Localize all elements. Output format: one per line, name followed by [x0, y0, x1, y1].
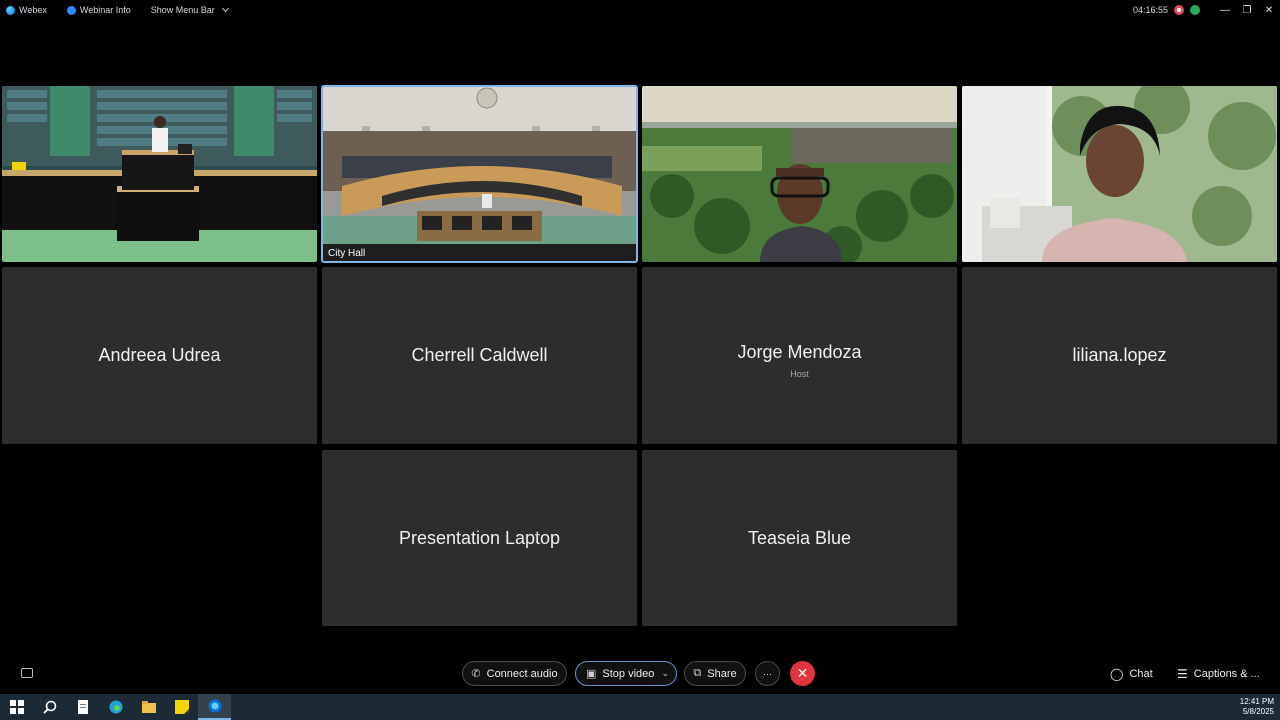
taskbar-file-explorer-app[interactable]	[132, 694, 165, 720]
system-clock[interactable]: 12:41 PM 5/8/2025	[1240, 694, 1274, 720]
video-camera-icon: ▣	[586, 668, 597, 680]
webinar-info-button[interactable]: Webinar Info	[61, 0, 137, 20]
meeting-timer: 04:16:55	[1132, 5, 1168, 15]
show-menu-bar-label: Show Menu Bar	[150, 5, 215, 15]
video-tile-podium[interactable]	[2, 86, 317, 262]
video-tile-city-hall[interactable]: City Hall	[321, 85, 638, 263]
participant-name: Andreea Udrea	[98, 345, 221, 365]
info-icon	[66, 5, 76, 15]
participant-tile[interactable]: liliana.lopez	[962, 267, 1277, 444]
podium-video-feed	[2, 86, 317, 262]
aerial-video-feed	[642, 86, 957, 262]
restore-button[interactable]: ❐	[1236, 0, 1258, 20]
room-video-feed	[962, 86, 1277, 262]
taskbar-sticky-notes-app[interactable]	[165, 694, 198, 720]
chevron-down-icon	[221, 4, 229, 13]
participant-name: Jorge Mendoza	[737, 342, 862, 362]
layout-icon[interactable]	[21, 668, 33, 678]
video-tile-participant-aerial[interactable]	[642, 86, 957, 262]
webex-app-icon	[208, 699, 221, 713]
more-options-button[interactable]: ···	[755, 661, 780, 686]
video-tile-participant-room[interactable]	[962, 86, 1277, 262]
participant-name: liliana.lopez	[1072, 345, 1167, 365]
connect-audio-label: Connect audio	[486, 667, 558, 680]
participant-tile[interactable]: Jorge Mendoza Host	[642, 267, 957, 444]
recording-icon[interactable]	[1174, 5, 1184, 15]
chat-icon: ◯	[1110, 666, 1124, 681]
video-tile-label: City Hall	[324, 247, 370, 260]
share-button[interactable]: ⧉ Share	[684, 661, 746, 686]
share-icon: ⧉	[693, 667, 702, 679]
captions-button[interactable]: ☰ Captions & ...	[1177, 661, 1260, 686]
chat-label: Chat	[1129, 667, 1153, 680]
end-call-button[interactable]: ✕	[790, 661, 815, 686]
windows-taskbar: 12:41 PM 5/8/2025	[0, 694, 1280, 720]
stop-video-label: Stop video	[602, 667, 655, 680]
taskbar-webex-app[interactable]	[198, 694, 231, 720]
show-menu-bar-button[interactable]: Show Menu Bar	[145, 0, 234, 20]
security-icon[interactable]	[1190, 5, 1200, 15]
close-icon: ✕	[796, 665, 809, 681]
stop-video-button[interactable]: ▣ Stop video ⌄	[575, 661, 677, 686]
participant-tile[interactable]: Presentation Laptop	[322, 450, 637, 626]
taskbar-document-app[interactable]	[66, 694, 99, 720]
taskbar-edge-app[interactable]	[99, 694, 132, 720]
participant-name: Presentation Laptop	[398, 527, 561, 548]
webex-logo-icon	[6, 5, 15, 15]
clock-time: 12:41 PM	[1239, 697, 1274, 706]
participant-role: Host	[790, 369, 809, 379]
edge-browser-icon	[109, 700, 122, 714]
folder-icon	[141, 701, 156, 713]
document-icon	[77, 700, 88, 714]
captions-icon: ☰	[1177, 666, 1188, 681]
close-window-button[interactable]: ✕	[1258, 0, 1280, 20]
windows-logo-icon	[9, 700, 24, 714]
share-label: Share	[707, 667, 737, 680]
chat-button[interactable]: ◯ Chat	[1110, 661, 1153, 686]
participant-tile[interactable]: Teaseia Blue	[642, 450, 957, 626]
captions-label: Captions & ...	[1193, 667, 1260, 680]
app-name: Webex	[19, 5, 47, 15]
sticky-note-icon	[174, 700, 189, 714]
participant-name: Teaseia Blue	[747, 527, 852, 548]
title-bar: Webex Webinar Info Show Menu Bar 04:16:5…	[0, 0, 1280, 20]
participant-tile[interactable]: Cherrell Caldwell	[322, 267, 637, 444]
connect-audio-button[interactable]: ✆ Connect audio	[462, 661, 567, 686]
start-button[interactable]	[0, 694, 33, 720]
participant-name: Cherrell Caldwell	[411, 345, 548, 365]
participant-tile[interactable]: Andreea Udrea	[2, 267, 317, 444]
webex-app-menu[interactable]: Webex	[0, 0, 53, 20]
minimize-button[interactable]: —	[1214, 0, 1236, 20]
clock-date: 5/8/2025	[1242, 707, 1274, 716]
city-hall-video-feed	[322, 86, 637, 262]
search-icon	[42, 700, 56, 714]
audio-icon: ✆	[471, 668, 481, 680]
search-button[interactable]	[33, 694, 66, 720]
chevron-down-icon[interactable]: ⌄	[661, 668, 669, 679]
webinar-info-label: Webinar Info	[79, 5, 131, 15]
more-options-label: ···	[763, 668, 772, 679]
